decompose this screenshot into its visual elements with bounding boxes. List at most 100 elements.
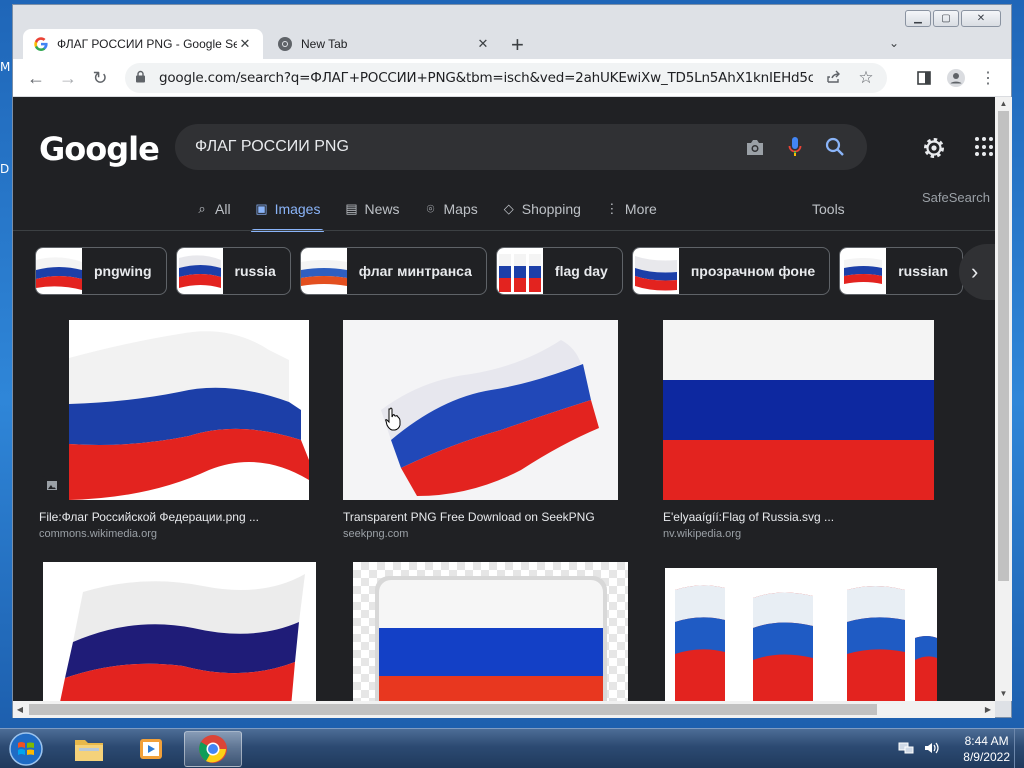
chip-label: флаг минтранса <box>358 263 472 279</box>
scroll-up-arrow-icon[interactable]: ▲ <box>995 97 1012 111</box>
tab-all[interactable]: ⌕ All <box>195 197 231 221</box>
taskbar-media-player[interactable] <box>122 731 180 767</box>
chip-pngwing[interactable]: pngwing <box>35 247 167 295</box>
url-text[interactable]: google.com/search?q=ФЛАГ+РОССИИ+PNG&tbm=… <box>159 70 813 86</box>
tab-new-tab[interactable]: New Tab ✕ <box>267 29 501 59</box>
microphone-icon[interactable] <box>783 135 807 159</box>
camera-icon[interactable] <box>743 135 767 159</box>
chip-russian[interactable]: russian <box>839 247 964 295</box>
google-favicon-icon <box>34 37 48 51</box>
browser-toolbar: ← → ↻ google.com/search?q=ФЛАГ+РОССИИ+PN… <box>13 59 1011 97</box>
hand-cursor-icon <box>385 407 401 431</box>
profile-avatar-icon[interactable] <box>945 67 967 89</box>
taskbar-clock[interactable]: 8:44 AM 8/9/2022 <box>963 733 1010 765</box>
vertical-scroll-thumb[interactable] <box>998 111 1009 581</box>
chip-thumbnail <box>496 248 543 294</box>
image-result[interactable] <box>665 568 937 701</box>
address-bar[interactable]: google.com/search?q=ФЛАГ+РОССИИ+PNG&tbm=… <box>125 63 887 93</box>
search-icon: ⌕ <box>198 201 206 216</box>
volume-icon[interactable] <box>923 741 941 757</box>
chip-transparent-background[interactable]: прозрачном фоне <box>631 247 831 295</box>
taskbar-file-explorer[interactable] <box>60 731 118 767</box>
header-divider <box>13 230 995 231</box>
search-icon[interactable] <box>823 135 847 159</box>
result-thumbnail[interactable] <box>43 562 316 701</box>
image-result[interactable]: E'elyaaígíí:Flag of Russia.svg ... nv.wi… <box>663 320 934 540</box>
result-thumbnail[interactable] <box>39 320 309 500</box>
network-icon[interactable] <box>897 741 915 757</box>
safesearch-button[interactable]: SafeSearch <box>922 190 990 205</box>
result-thumbnail[interactable] <box>663 320 934 500</box>
result-source[interactable]: seekpng.com <box>343 528 618 540</box>
tab-google-search[interactable]: ФЛАГ РОССИИ PNG - Google Se ✕ <box>23 29 263 59</box>
scroll-right-arrow-icon[interactable]: ▶ <box>981 701 995 718</box>
tab-strip: ФЛАГ РОССИИ PNG - Google Se ✕ New Tab ✕ … <box>13 23 1011 59</box>
news-icon: ▤ <box>345 201 358 216</box>
horizontal-scrollbar[interactable]: ◀ ▶ <box>13 701 995 718</box>
chip-label: russian <box>898 263 949 279</box>
image-result[interactable]: File:Флаг Российской Федерации.png ... c… <box>39 320 309 540</box>
reload-button[interactable]: ↻ <box>89 67 111 89</box>
tab-title: New Tab <box>301 37 348 51</box>
clock-time: 8:44 AM <box>964 734 1009 748</box>
tab-news[interactable]: ▤ News <box>344 197 399 221</box>
vertical-scrollbar[interactable]: ▲ ▼ <box>995 97 1012 701</box>
tab-images[interactable]: ▣ Images <box>250 197 325 232</box>
tab-label: Maps <box>443 201 478 217</box>
new-tab-button[interactable]: + <box>511 32 524 58</box>
chip-label: pngwing <box>94 263 152 279</box>
close-tab-icon[interactable]: ✕ <box>237 36 253 52</box>
result-source[interactable]: commons.wikimedia.org <box>39 528 309 540</box>
share-icon[interactable] <box>823 70 845 87</box>
horizontal-scroll-thumb[interactable] <box>29 704 877 715</box>
tools-button[interactable]: Tools <box>812 201 845 217</box>
search-type-tabs: ⌕ All ▣ Images ▤ News ⌾ Maps ◇ Shopping ⋮ More <box>195 197 681 232</box>
tab-label: All <box>215 201 231 217</box>
chip-thumbnail <box>36 248 82 294</box>
result-thumbnail[interactable] <box>353 562 628 701</box>
chip-flag-mintrans[interactable]: флаг минтранса <box>299 247 487 295</box>
google-apps-grid-icon[interactable] <box>975 137 995 157</box>
settings-gear-icon[interactable] <box>921 135 947 161</box>
chip-thumbnail <box>632 248 679 294</box>
start-orb-icon[interactable] <box>6 731 46 767</box>
media-player-icon <box>140 739 162 759</box>
show-desktop-button[interactable] <box>1014 729 1024 768</box>
scroll-down-arrow-icon[interactable]: ▼ <box>995 687 1012 701</box>
chip-label: прозрачном фоне <box>690 263 816 279</box>
close-tab-icon[interactable]: ✕ <box>475 36 491 52</box>
forward-button[interactable]: → <box>57 67 79 89</box>
tab-label: Images <box>274 201 321 217</box>
tab-maps[interactable]: ⌾ Maps <box>424 197 478 221</box>
chrome-menu-button[interactable]: ⋮ <box>977 67 999 89</box>
system-tray: 8:44 AM 8/9/2022 <box>897 733 1010 765</box>
search-box[interactable]: ФЛАГ РОССИИ PNG <box>175 124 867 170</box>
bookmark-star-icon[interactable]: ☆ <box>855 68 877 88</box>
result-source[interactable]: nv.wikipedia.org <box>663 528 934 540</box>
google-logo[interactable]: Google <box>39 130 160 168</box>
image-badge-icon <box>41 476 63 494</box>
tab-search-chevron-icon[interactable]: ⌄ <box>889 36 899 50</box>
scroll-left-arrow-icon[interactable]: ◀ <box>13 701 27 718</box>
chip-label: russia <box>234 263 276 279</box>
desktop-label-m: M <box>0 60 11 74</box>
result-thumbnail[interactable] <box>665 568 937 701</box>
result-caption[interactable]: E'elyaaígíí:Flag of Russia.svg ... <box>663 510 934 524</box>
clock-date: 8/9/2022 <box>963 750 1010 764</box>
tab-more[interactable]: ⋮ More <box>605 197 656 221</box>
result-caption[interactable]: Transparent PNG Free Download on SeekPNG <box>343 510 618 524</box>
chip-russia[interactable]: russia <box>175 247 291 295</box>
search-query-input[interactable]: ФЛАГ РОССИИ PNG <box>195 138 727 156</box>
image-result[interactable] <box>43 562 316 701</box>
chip-thumbnail <box>300 248 347 294</box>
tab-shopping[interactable]: ◇ Shopping <box>502 197 581 221</box>
image-result[interactable] <box>353 562 628 701</box>
chrome-icon <box>199 735 227 763</box>
result-caption[interactable]: File:Флаг Российской Федерации.png ... <box>39 510 309 524</box>
chip-flag-day[interactable]: flag day <box>495 247 623 295</box>
tab-label: News <box>364 201 400 217</box>
lock-icon[interactable] <box>135 70 149 86</box>
side-panel-icon[interactable] <box>913 67 935 89</box>
back-button[interactable]: ← <box>25 67 47 89</box>
taskbar-chrome[interactable] <box>184 731 242 767</box>
